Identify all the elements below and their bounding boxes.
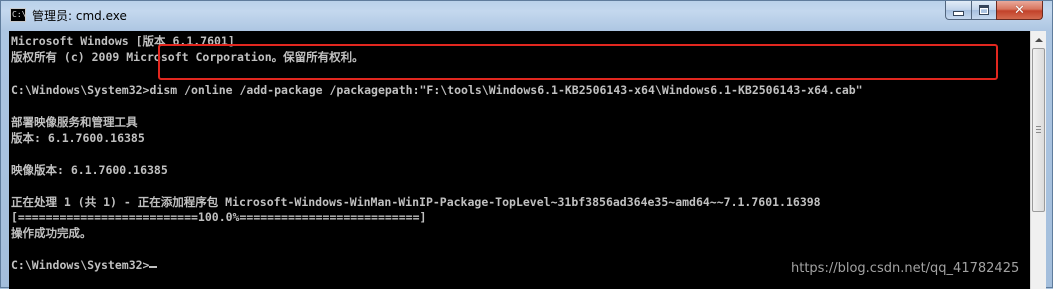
title-bar[interactable]: C:\ 管理员: cmd.exe ✕ — [1, 1, 1052, 31]
command-highlight-box — [158, 44, 998, 80]
watermark: https://blog.csdn.net/qq_41782425 — [791, 261, 1020, 276]
console-line: 部署映像服务和管理工具 — [11, 115, 138, 129]
command-line: C:\Windows\System32>dism /online /add-pa… — [11, 83, 863, 97]
minimize-icon — [953, 10, 964, 16]
vertical-scrollbar[interactable] — [1030, 31, 1046, 289]
maximize-icon — [979, 5, 989, 15]
cmd-window: C:\ 管理员: cmd.exe ✕ Microsoft Windows [版本… — [0, 0, 1053, 289]
minimize-button[interactable] — [945, 1, 972, 20]
cmd-icon[interactable]: C:\ — [10, 8, 26, 22]
grip-line — [1036, 129, 1041, 130]
maximize-button[interactable] — [971, 1, 997, 20]
arrow-up-icon — [1034, 37, 1043, 42]
progress-line: [==========================100.0%=======… — [11, 210, 427, 224]
close-icon: ✕ — [1014, 2, 1025, 18]
window-title: 管理员: cmd.exe — [32, 9, 127, 23]
console-line: 正在处理 1 (共 1) - 正在添加程序包 Microsoft-Windows… — [11, 195, 821, 209]
prompt-text: C:\Windows\System32> — [11, 258, 150, 272]
grip-line — [1036, 126, 1041, 127]
prompt-line[interactable]: C:\Windows\System32> — [11, 257, 158, 273]
text-cursor — [149, 266, 158, 268]
scroll-thumb[interactable] — [1032, 48, 1045, 212]
console-line: 映像版本: 6.1.7600.16385 — [11, 163, 168, 177]
close-button[interactable]: ✕ — [996, 1, 1043, 20]
console-line: 操作成功完成。 — [11, 226, 92, 240]
scroll-up-button[interactable] — [1031, 31, 1046, 48]
console-line: 版本: 6.1.7600.16385 — [11, 131, 145, 145]
grip-line — [1036, 132, 1041, 133]
